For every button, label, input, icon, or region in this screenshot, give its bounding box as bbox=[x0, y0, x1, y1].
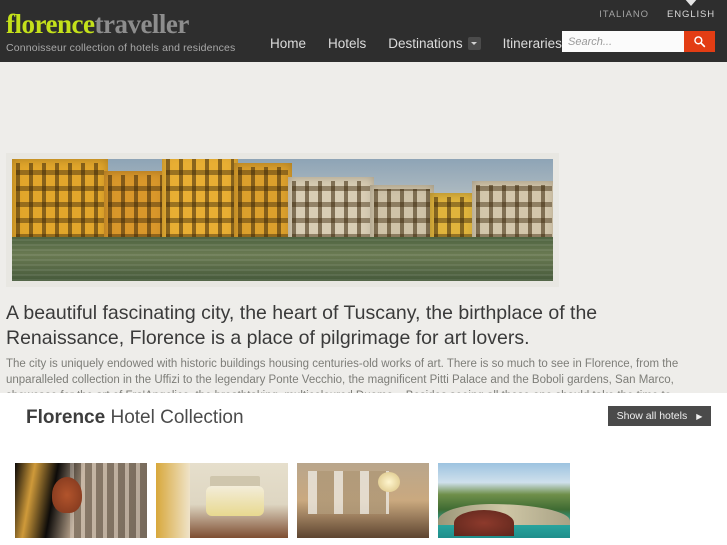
site-logo[interactable]: florencetraveller bbox=[6, 11, 235, 38]
hero-building bbox=[430, 193, 476, 243]
brand[interactable]: florencetraveller Connoisseur collection… bbox=[6, 11, 236, 55]
show-all-hotels-button[interactable]: Show all hotels ▶ bbox=[608, 406, 711, 426]
logo-text-primary: florence bbox=[6, 9, 95, 39]
language-option-english[interactable]: ENGLISH bbox=[667, 0, 715, 20]
section-title-strong: Florence bbox=[26, 407, 106, 428]
hero-building bbox=[472, 181, 553, 243]
hero-building bbox=[104, 171, 166, 243]
site-tagline: Connoisseur collection of hotels and res… bbox=[6, 42, 236, 54]
hotel-thumbnail[interactable] bbox=[15, 463, 147, 538]
search-input[interactable] bbox=[562, 31, 684, 52]
nav-item-destinations[interactable]: Destinations bbox=[388, 36, 481, 51]
nav-item-hotels[interactable]: Hotels bbox=[328, 36, 366, 51]
show-all-hotels-label: Show all hotels bbox=[616, 410, 688, 422]
hero-image-frame bbox=[6, 153, 559, 287]
hotel-thumbnail-list bbox=[15, 463, 570, 538]
hotel-thumbnail[interactable] bbox=[156, 463, 288, 538]
nav-label-home: Home bbox=[270, 36, 307, 51]
nav-label-hotels: Hotels bbox=[328, 36, 367, 51]
hotel-collection-section: Florence Hotel Collection Show all hotel… bbox=[0, 393, 727, 545]
arrow-right-icon: ▶ bbox=[696, 411, 703, 421]
section-title: Florence Hotel Collection bbox=[26, 407, 244, 429]
logo-text-secondary: traveller bbox=[94, 9, 189, 39]
site-header: florencetraveller Connoisseur collection… bbox=[0, 0, 727, 62]
hero-building bbox=[12, 159, 108, 243]
hero-image-ponte-vecchio bbox=[12, 159, 553, 281]
search-button[interactable] bbox=[684, 31, 715, 52]
hotel-thumbnail[interactable] bbox=[438, 463, 570, 538]
hero-river-arno bbox=[12, 237, 553, 281]
search-bar bbox=[562, 31, 715, 52]
language-option-italiano[interactable]: ITALIANO bbox=[599, 9, 649, 20]
language-switcher: ITALIANO ENGLISH bbox=[599, 0, 715, 20]
hero-building bbox=[370, 185, 434, 243]
hero-building bbox=[162, 159, 238, 243]
main-navigation: Home Hotels Destinations Itineraries bbox=[270, 36, 580, 51]
section-title-rest: Hotel Collection bbox=[105, 407, 244, 428]
search-icon bbox=[694, 36, 706, 48]
hero-building bbox=[234, 163, 292, 243]
hero-building bbox=[288, 177, 374, 243]
hotel-thumbnail[interactable] bbox=[297, 463, 429, 538]
page-title: A beautiful fascinating city, the heart … bbox=[6, 302, 598, 349]
nav-label-itineraries: Itineraries bbox=[502, 36, 562, 51]
nav-label-destinations: Destinations bbox=[388, 36, 463, 51]
chevron-down-icon[interactable] bbox=[467, 37, 481, 50]
intro-section: A beautiful fascinating city, the heart … bbox=[0, 62, 727, 435]
nav-item-home[interactable]: Home bbox=[270, 36, 306, 51]
